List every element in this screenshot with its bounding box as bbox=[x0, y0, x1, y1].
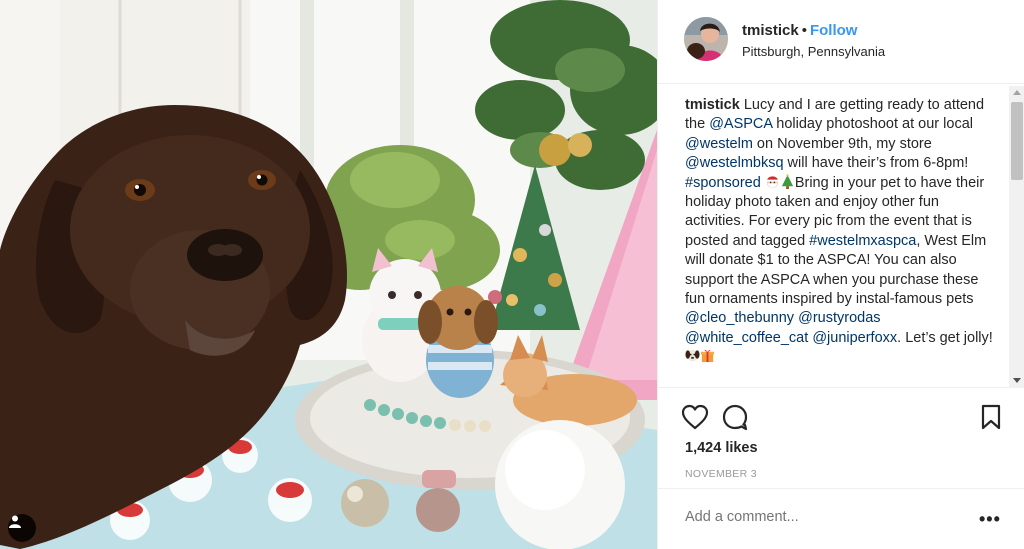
caption-text: tmistick Lucy and I are getting ready to… bbox=[685, 96, 997, 368]
post-date[interactable]: NOVEMBER 3 bbox=[685, 468, 757, 480]
more-options-button[interactable]: ••• bbox=[979, 509, 1005, 531]
mention-aspca[interactable]: @ASPCA bbox=[709, 116, 772, 132]
post-side-panel: tmistick • Follow Pittsburgh, Pennsylvania… bbox=[657, 0, 1024, 549]
caption-scroll-area[interactable]: tmistick Lucy and I are getting ready to… bbox=[658, 86, 1024, 388]
caption-scrollbar[interactable] bbox=[1009, 86, 1024, 388]
bookmark-icon bbox=[981, 404, 1001, 430]
mention-rustyrodas[interactable]: @rustyrodas bbox=[798, 310, 880, 326]
username[interactable]: tmistick bbox=[742, 22, 799, 39]
mention-juniperfoxx[interactable]: @juniperfoxx bbox=[812, 330, 897, 346]
photo-illustration bbox=[0, 0, 657, 549]
scroll-down-arrow-icon[interactable] bbox=[1013, 378, 1021, 383]
hashtag-westelmxaspca[interactable]: #westelmxaspca bbox=[809, 233, 916, 249]
post-header: tmistick • Follow Pittsburgh, Pennsylvania bbox=[658, 0, 1024, 84]
christmas-tree-emoji bbox=[781, 173, 793, 189]
post-photo[interactable] bbox=[0, 0, 657, 549]
username-line: tmistick • Follow bbox=[742, 22, 857, 39]
mention-cleo-thebunny[interactable]: @cleo_thebunny bbox=[685, 310, 794, 326]
scroll-thumb[interactable] bbox=[1011, 102, 1023, 180]
caption-text-part: holiday photoshoot at our local bbox=[772, 116, 973, 133]
caption-text-part: on November 9th, my store bbox=[752, 135, 932, 152]
instagram-post: tmistick • Follow Pittsburgh, Pennsylvania… bbox=[0, 0, 1024, 549]
like-button[interactable] bbox=[680, 402, 710, 432]
caption-text-part: will have their’s from 6-8pm! bbox=[783, 155, 969, 172]
action-bar bbox=[658, 398, 1024, 438]
dog-emoji bbox=[685, 350, 700, 362]
mention-westelm[interactable]: @westelm bbox=[685, 136, 753, 152]
caption-text-part: . Let’s get jolly! bbox=[897, 329, 993, 346]
save-button[interactable] bbox=[976, 402, 1006, 432]
separator-dot: • bbox=[801, 22, 807, 39]
comment-bar: ••• bbox=[658, 488, 1024, 549]
avatar[interactable] bbox=[684, 17, 728, 61]
comment-button[interactable] bbox=[720, 402, 750, 432]
person-icon bbox=[9, 515, 21, 528]
hashtag-sponsored[interactable]: #sponsored bbox=[685, 175, 761, 191]
likes-count[interactable]: 1,424 likes bbox=[685, 440, 758, 456]
gift-emoji bbox=[700, 350, 715, 363]
heart-icon bbox=[681, 404, 709, 430]
follow-button[interactable]: Follow bbox=[810, 22, 858, 39]
tagged-people-button[interactable] bbox=[8, 514, 36, 542]
mention-westelmbksq[interactable]: @westelmbksq bbox=[685, 155, 784, 171]
caption-username[interactable]: tmistick bbox=[685, 97, 740, 113]
scroll-up-arrow-icon[interactable] bbox=[1013, 90, 1021, 95]
add-comment-input[interactable] bbox=[685, 509, 965, 525]
comment-icon bbox=[722, 404, 748, 431]
santa-emoji bbox=[766, 175, 778, 188]
avatar-image bbox=[684, 17, 728, 61]
location-link[interactable]: Pittsburgh, Pennsylvania bbox=[742, 44, 885, 59]
mention-white-coffee-cat[interactable]: @white_coffee_cat bbox=[685, 330, 808, 346]
